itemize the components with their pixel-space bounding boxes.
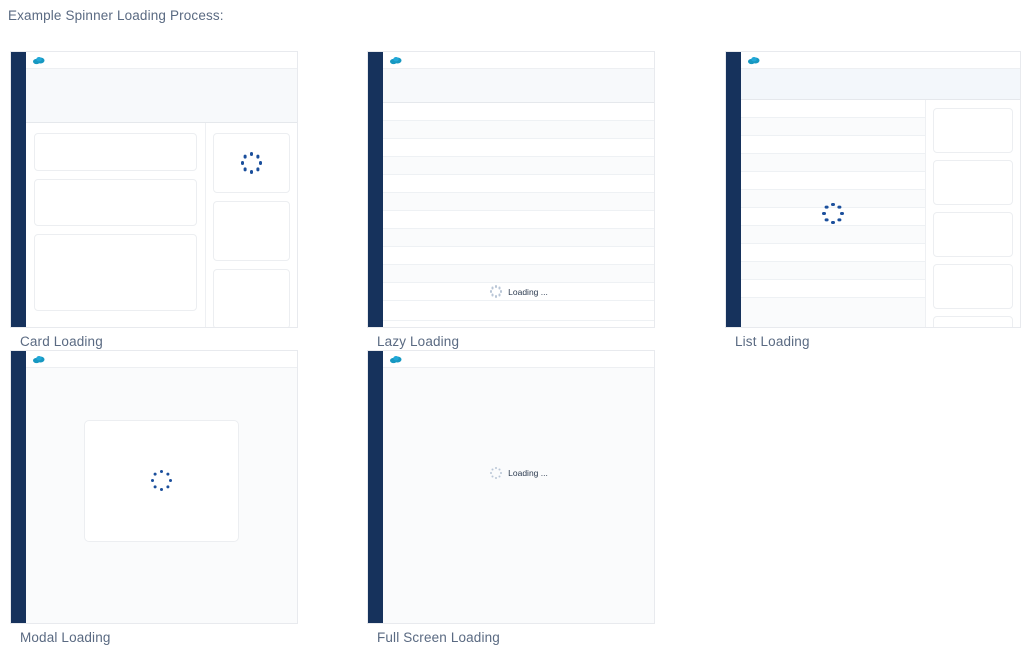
modal-backdrop: [26, 368, 297, 623]
loading-modal: [84, 419, 239, 542]
list-item[interactable]: [383, 103, 654, 121]
placeholder-card: [34, 179, 197, 226]
app-nav-rail[interactable]: [11, 52, 26, 327]
spinner-icon: [489, 285, 503, 299]
app-content: [26, 123, 297, 327]
placeholder-card: [34, 133, 197, 171]
page-root: Example Spinner Loading Process: Card Lo…: [0, 0, 1026, 654]
loading-indicator: Loading ...: [489, 466, 548, 480]
list-item[interactable]: [383, 321, 654, 327]
placeholder-card: [933, 212, 1013, 257]
card-layout: [26, 123, 297, 327]
app-subheader: [741, 69, 1020, 100]
app-body: [26, 351, 297, 623]
placeholder-card: [34, 234, 197, 311]
list-layout: [741, 100, 1020, 327]
app-preview-frame: [10, 350, 298, 624]
app-topbar: [383, 351, 654, 368]
app-preview-frame: Loading ...: [367, 51, 655, 328]
cloud-icon[interactable]: [32, 56, 46, 65]
app-subheader: [26, 69, 297, 123]
list-side-column: [925, 100, 1020, 327]
list-item[interactable]: [383, 247, 654, 265]
card-column-right: [205, 123, 297, 327]
placeholder-card: [933, 264, 1013, 309]
app-topbar: [26, 52, 297, 69]
app-content: Loading ...: [383, 368, 654, 623]
app-content: [741, 100, 1020, 327]
list-item[interactable]: [383, 139, 654, 157]
app-topbar: [26, 351, 297, 368]
list-item[interactable]: [383, 157, 654, 175]
spinner-icon: [489, 466, 503, 480]
lazy-row-list: Loading ...: [383, 103, 654, 327]
list-item[interactable]: [383, 265, 654, 283]
app-nav-rail[interactable]: [11, 351, 26, 623]
app-content: [26, 368, 297, 623]
app-body: Loading ...: [383, 52, 654, 327]
spinner-icon: [820, 201, 846, 227]
example-caption: Full Screen Loading: [377, 630, 500, 645]
app-nav-rail[interactable]: [368, 351, 383, 623]
placeholder-card-with-spinner: [213, 133, 290, 193]
list-item[interactable]: [383, 193, 654, 211]
app-preview-frame: Loading ...: [367, 350, 655, 624]
fullscreen-overlay: Loading ...: [383, 368, 654, 623]
app-preview-frame: [10, 51, 298, 328]
spinner-icon: [239, 150, 265, 176]
list-main-column: [741, 100, 925, 327]
card-column-left: [26, 123, 205, 327]
list-item[interactable]: [383, 301, 654, 321]
app-preview-frame: [725, 51, 1021, 328]
example-caption: Card Loading: [20, 334, 103, 349]
placeholder-card: [213, 269, 290, 327]
example-caption: Modal Loading: [20, 630, 111, 645]
app-nav-rail[interactable]: [368, 52, 383, 327]
list-item[interactable]: [383, 229, 654, 247]
app-content: Loading ...: [383, 103, 654, 327]
example-caption: Lazy Loading: [377, 334, 460, 349]
loading-label: Loading ...: [508, 286, 548, 297]
list-item[interactable]: [383, 121, 654, 139]
app-topbar: [741, 52, 1020, 69]
list-item[interactable]: [383, 211, 654, 229]
placeholder-card: [213, 201, 290, 261]
app-body: [26, 52, 297, 327]
cloud-icon[interactable]: [32, 355, 46, 364]
placeholder-card: [933, 108, 1013, 153]
cloud-icon[interactable]: [389, 56, 403, 65]
cloud-icon[interactable]: [747, 56, 761, 65]
lazy-loading-row: Loading ...: [383, 283, 654, 301]
example-caption: List Loading: [735, 334, 810, 349]
app-body: Loading ...: [383, 351, 654, 623]
loading-indicator: Loading ...: [489, 285, 548, 299]
loading-label: Loading ...: [508, 468, 548, 478]
example-grid: Card Loading Loading ... Lazy Loading Li…: [0, 0, 1026, 654]
placeholder-card: [933, 316, 1013, 327]
placeholder-card: [933, 160, 1013, 205]
cloud-icon[interactable]: [389, 355, 403, 364]
app-nav-rail[interactable]: [726, 52, 741, 327]
app-subheader: [383, 69, 654, 103]
list-loading-overlay: [741, 100, 925, 327]
app-body: [741, 52, 1020, 327]
list-item[interactable]: [383, 175, 654, 193]
spinner-icon: [149, 468, 175, 494]
app-topbar: [383, 52, 654, 69]
